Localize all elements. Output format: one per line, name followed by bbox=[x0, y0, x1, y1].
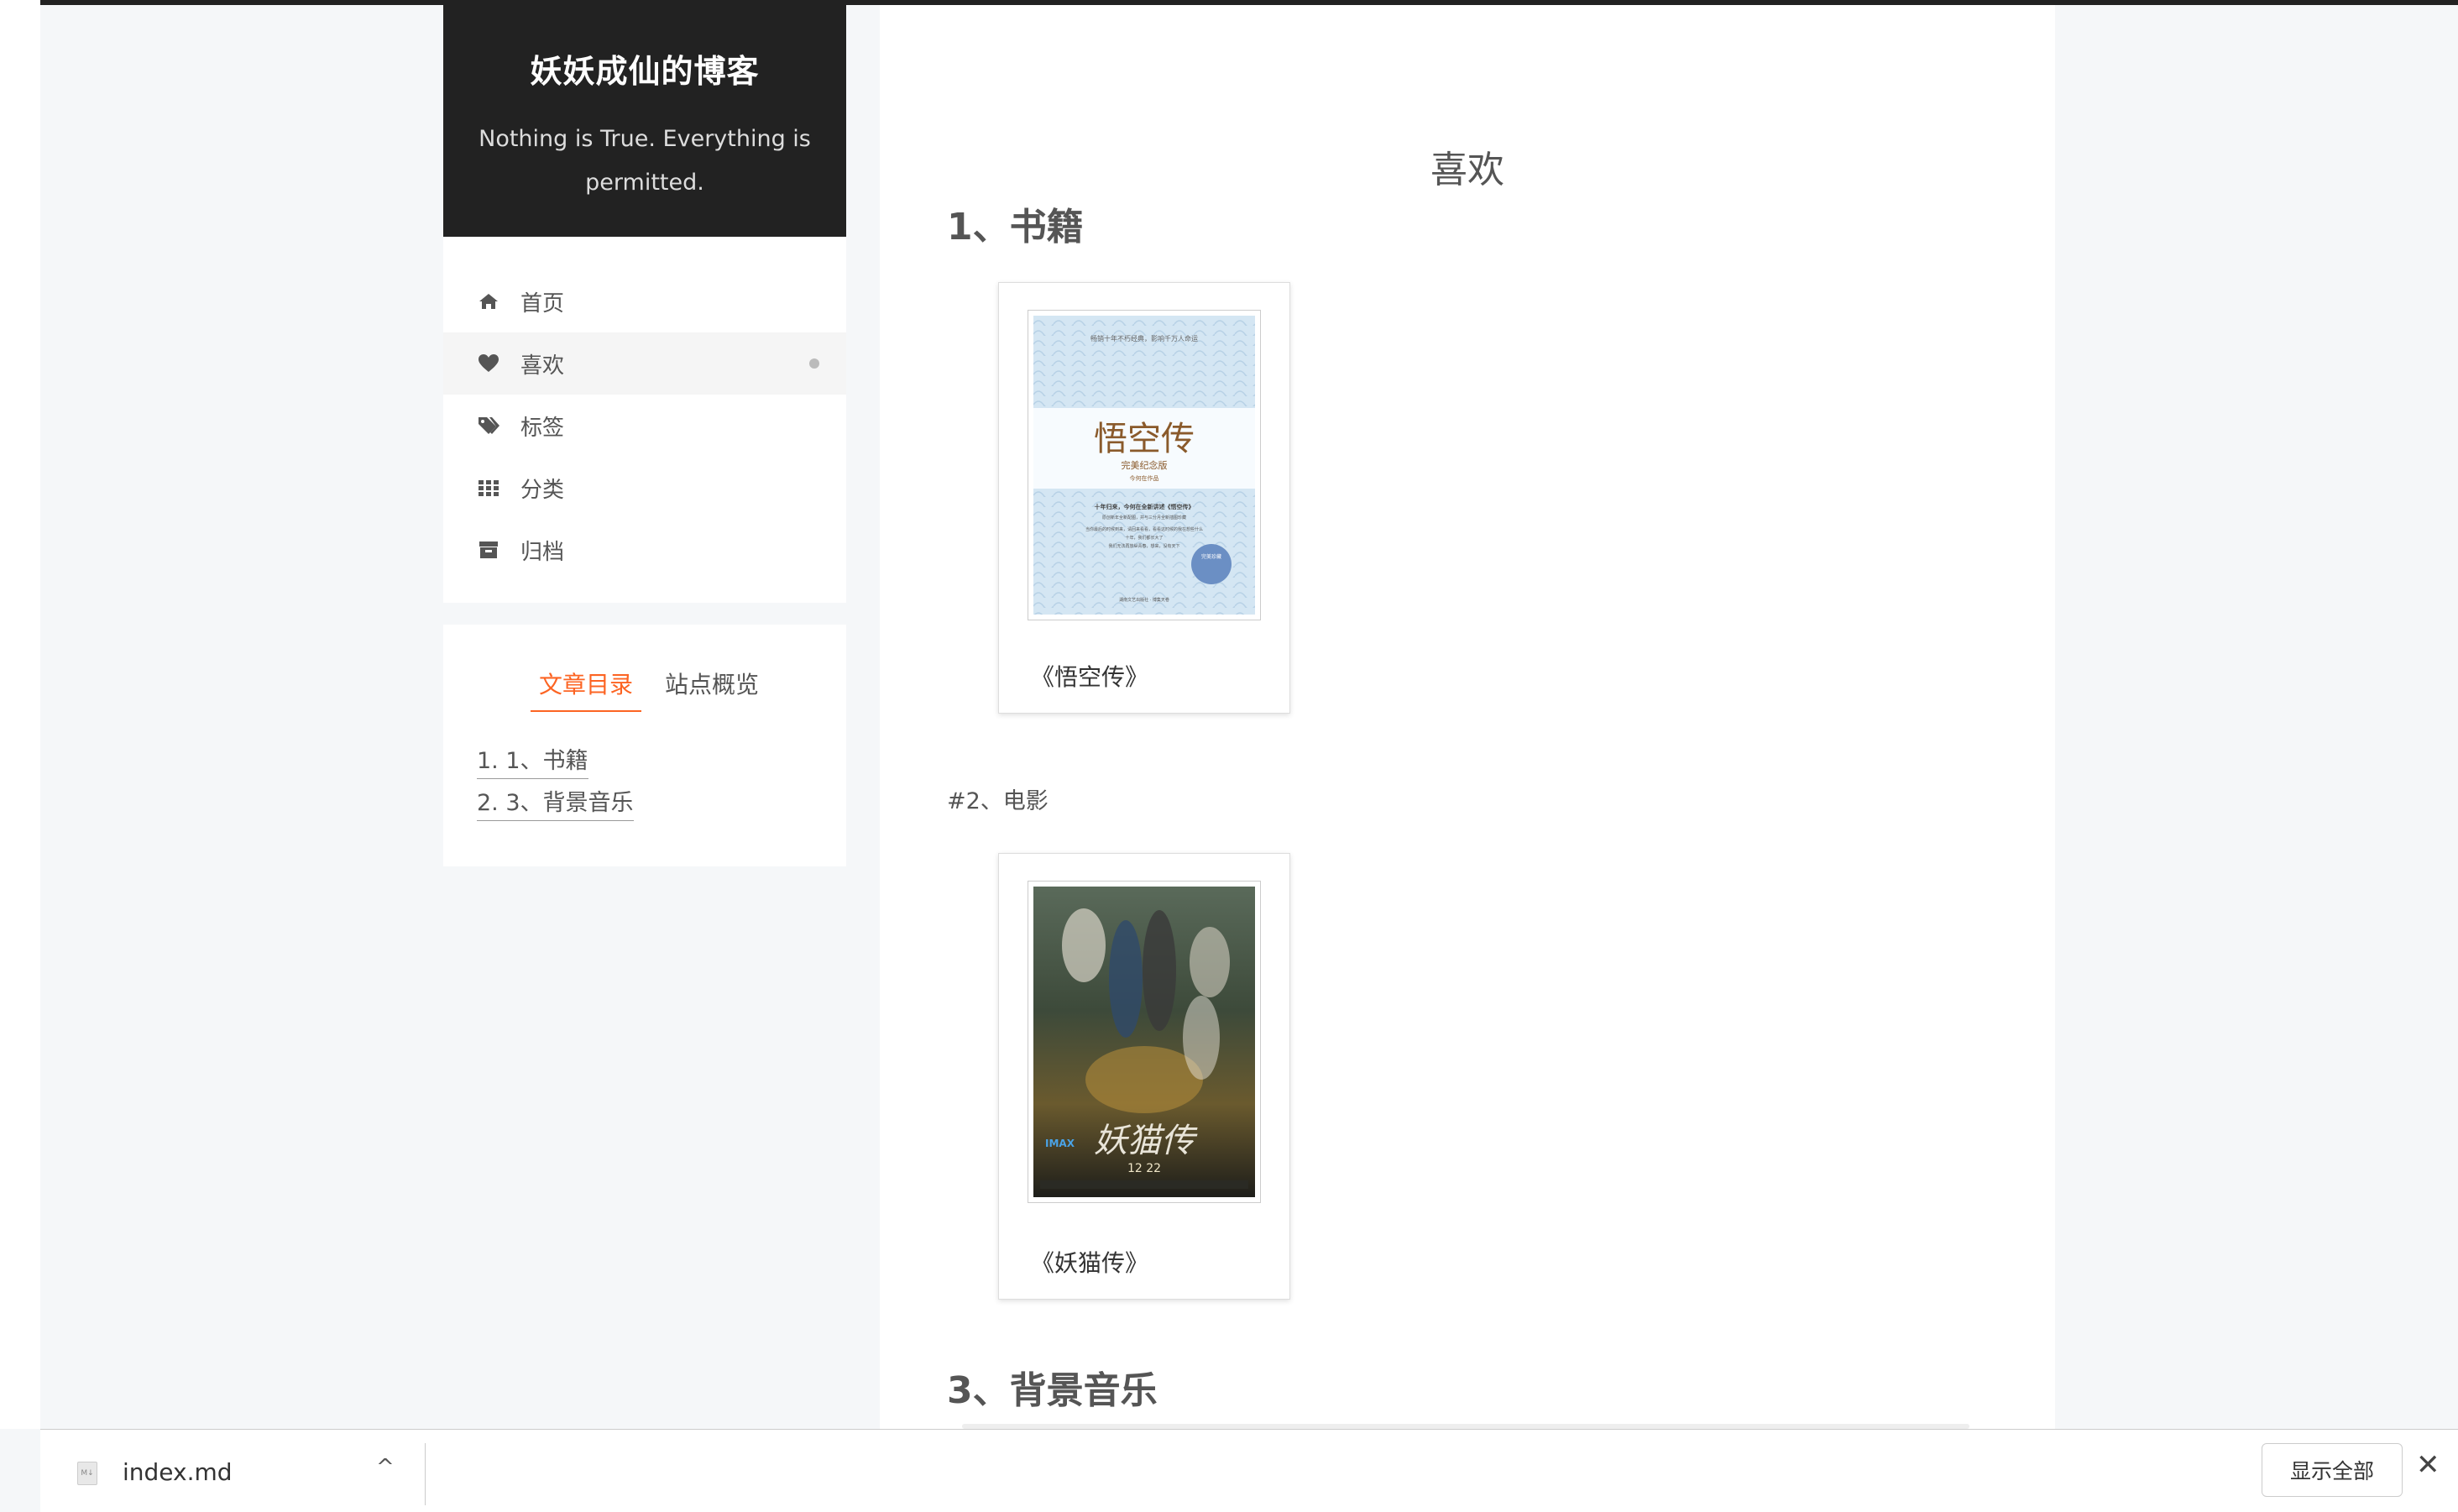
book-cover[interactable]: 畅销十年不朽经典，影响千万人命运 悟空传 完美纪念版 今何在作品 十年归来，今何… bbox=[1028, 310, 1261, 620]
cover-edition: 完美纪念版 bbox=[1122, 459, 1168, 471]
section-heading-movies: #2、电影 bbox=[947, 788, 1049, 814]
menu-label: 分类 bbox=[520, 477, 565, 503]
menu-item-home[interactable]: 首页 bbox=[443, 270, 846, 332]
sidebar-menu: 首页 喜欢 标签 分类 归档 bbox=[443, 237, 846, 603]
menu-item-categories[interactable]: 分类 bbox=[443, 457, 846, 519]
cover-top-line: 畅销十年不朽经典，影响千万人命运 bbox=[1090, 334, 1198, 343]
cover-seal-text: 完美珍藏 bbox=[1201, 553, 1221, 560]
archive-icon bbox=[479, 541, 498, 558]
active-indicator-dot bbox=[809, 358, 819, 369]
grid-icon bbox=[479, 480, 499, 496]
poster-title: 妖猫传 bbox=[1094, 1122, 1198, 1160]
close-icon[interactable]: ✕ bbox=[2416, 1448, 2440, 1482]
menu-item-likes[interactable]: 喜欢 bbox=[443, 332, 846, 395]
cover-blurb-line: 当你最后的时候到来，请回来看看，看看这时候的我在想些什么 bbox=[1085, 526, 1203, 532]
tab-toc[interactable]: 文章目录 bbox=[531, 667, 642, 712]
section-heading-music: 3、背景音乐 bbox=[947, 1369, 1158, 1412]
tags-icon bbox=[479, 417, 499, 434]
download-file-name[interactable]: index.md bbox=[123, 1458, 233, 1486]
menu-item-archives[interactable]: 归档 bbox=[443, 519, 846, 581]
cover-author: 今何在作品 bbox=[1130, 474, 1159, 482]
movie-poster[interactable]: 妖猫传 IMAX 12 22 bbox=[1028, 881, 1261, 1203]
movie-caption: 《妖猫传》 bbox=[1031, 1249, 1149, 1277]
section-heading-books: 1、书籍 bbox=[947, 206, 1084, 249]
toc-link-music[interactable]: 2. 3、背景音乐 bbox=[477, 784, 634, 821]
markdown-file-icon: M↓ bbox=[77, 1462, 97, 1485]
post-title: 喜欢 bbox=[1430, 149, 1504, 191]
tab-overview[interactable]: 站点概览 bbox=[656, 667, 767, 710]
chevron-up-icon[interactable]: ^ bbox=[376, 1455, 395, 1480]
movie-card[interactable]: 妖猫传 IMAX 12 22 《妖猫传》 bbox=[998, 853, 1290, 1300]
cover-publisher: 湖南文艺出版社 · 博集天卷 bbox=[1119, 597, 1169, 603]
left-gutter bbox=[0, 0, 40, 1429]
show-all-button[interactable]: 显示全部 bbox=[2262, 1443, 2403, 1497]
home-icon bbox=[479, 294, 498, 309]
cover-art-title: 悟空传 bbox=[1094, 420, 1195, 458]
post-content: 喜欢 1、书籍 畅销十年不朽经典，影响千万人命运 悟空传 完美纪念版 今何在作品… bbox=[880, 5, 2055, 1429]
cover-blurb-line: 十年归来，今何在全新讲述《悟空传》 bbox=[1095, 503, 1195, 510]
cover-blurb-line: 我们无法再放纵青春，想来，没有天下 bbox=[1108, 543, 1179, 549]
download-bar: M↓ index.md ^ 显示全部 ✕ bbox=[40, 1429, 2458, 1512]
heart-icon bbox=[479, 354, 499, 372]
cover-blurb-line: 十年，我们都长大了 bbox=[1125, 535, 1163, 541]
divider bbox=[425, 1443, 426, 1505]
menu-label: 归档 bbox=[520, 539, 565, 565]
book-cover-image: 畅销十年不朽经典，影响千万人命运 悟空传 完美纪念版 今何在作品 十年归来，今何… bbox=[1033, 316, 1255, 615]
cover-blurb-line: 原创新年全新配图，并与三分月全新插图珍藏 bbox=[1102, 515, 1186, 521]
book-caption: 《悟空传》 bbox=[1031, 663, 1149, 691]
site-title[interactable]: 妖妖成仙的博客 bbox=[443, 45, 846, 92]
menu-item-tags[interactable]: 标签 bbox=[443, 395, 846, 457]
site-subtitle: Nothing is True. Everything is permitted… bbox=[479, 126, 811, 196]
book-card[interactable]: 畅销十年不朽经典，影响千万人命运 悟空传 完美纪念版 今何在作品 十年归来，今何… bbox=[998, 282, 1290, 714]
toc-panel: 文章目录 站点概览 1. 1、书籍 2. 3、背景音乐 bbox=[443, 625, 846, 866]
movie-poster-image: 妖猫传 IMAX 12 22 bbox=[1033, 887, 1255, 1197]
toc-link-books[interactable]: 1. 1、书籍 bbox=[477, 742, 588, 779]
menu-label: 首页 bbox=[520, 290, 565, 317]
menu-label: 喜欢 bbox=[520, 353, 565, 379]
poster-brand: IMAX bbox=[1045, 1138, 1075, 1149]
menu-label: 标签 bbox=[520, 415, 565, 441]
poster-date: 12 22 bbox=[1127, 1162, 1161, 1175]
site-header: 妖妖成仙的博客 Nothing is True. Everything is p… bbox=[443, 5, 846, 237]
